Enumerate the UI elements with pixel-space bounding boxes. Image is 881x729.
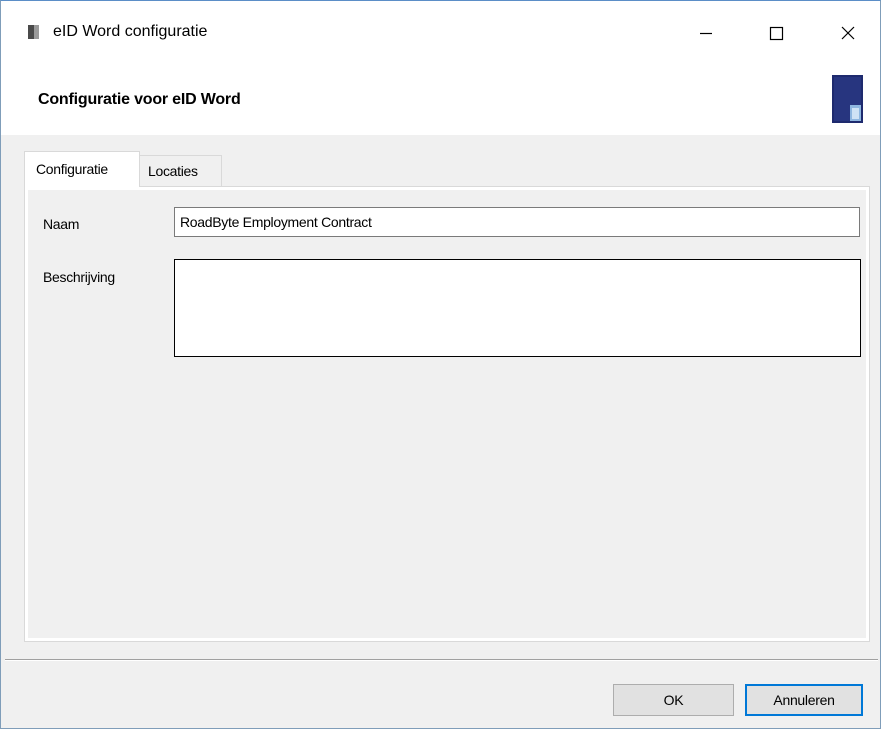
document-icon xyxy=(28,25,39,39)
tab-configuratie[interactable]: Configuratie xyxy=(24,151,140,187)
beschrijving-label: Beschrijving xyxy=(43,269,115,285)
naam-input[interactable] xyxy=(174,207,860,237)
ok-button[interactable]: OK xyxy=(613,684,734,716)
tab-locaties[interactable]: Locaties xyxy=(140,155,222,186)
window-title: eID Word configuratie xyxy=(53,23,208,40)
tab-panel-body xyxy=(28,190,866,638)
footer-separator xyxy=(5,659,878,661)
tab-locaties-label: Locaties xyxy=(148,163,198,179)
header-band: Configuratie voor eID Word xyxy=(1,63,880,135)
cancel-button[interactable]: Annuleren xyxy=(745,684,863,716)
close-icon xyxy=(841,26,855,40)
page-title: Configuratie voor eID Word xyxy=(38,91,241,108)
title-bar[interactable]: eID Word configuratie xyxy=(1,1,880,63)
minimize-icon xyxy=(700,32,712,35)
eid-word-logo-icon xyxy=(832,75,863,123)
naam-label: Naam xyxy=(43,216,80,232)
beschrijving-textarea[interactable] xyxy=(174,259,861,357)
close-button[interactable] xyxy=(825,13,871,53)
tab-configuratie-label: Configuratie xyxy=(36,161,108,177)
dialog-window: eID Word configuratie Configuratie voor … xyxy=(0,0,881,729)
maximize-icon xyxy=(769,26,784,41)
minimize-button[interactable] xyxy=(683,13,729,53)
tab-panel xyxy=(24,186,870,642)
maximize-button[interactable] xyxy=(753,13,799,53)
